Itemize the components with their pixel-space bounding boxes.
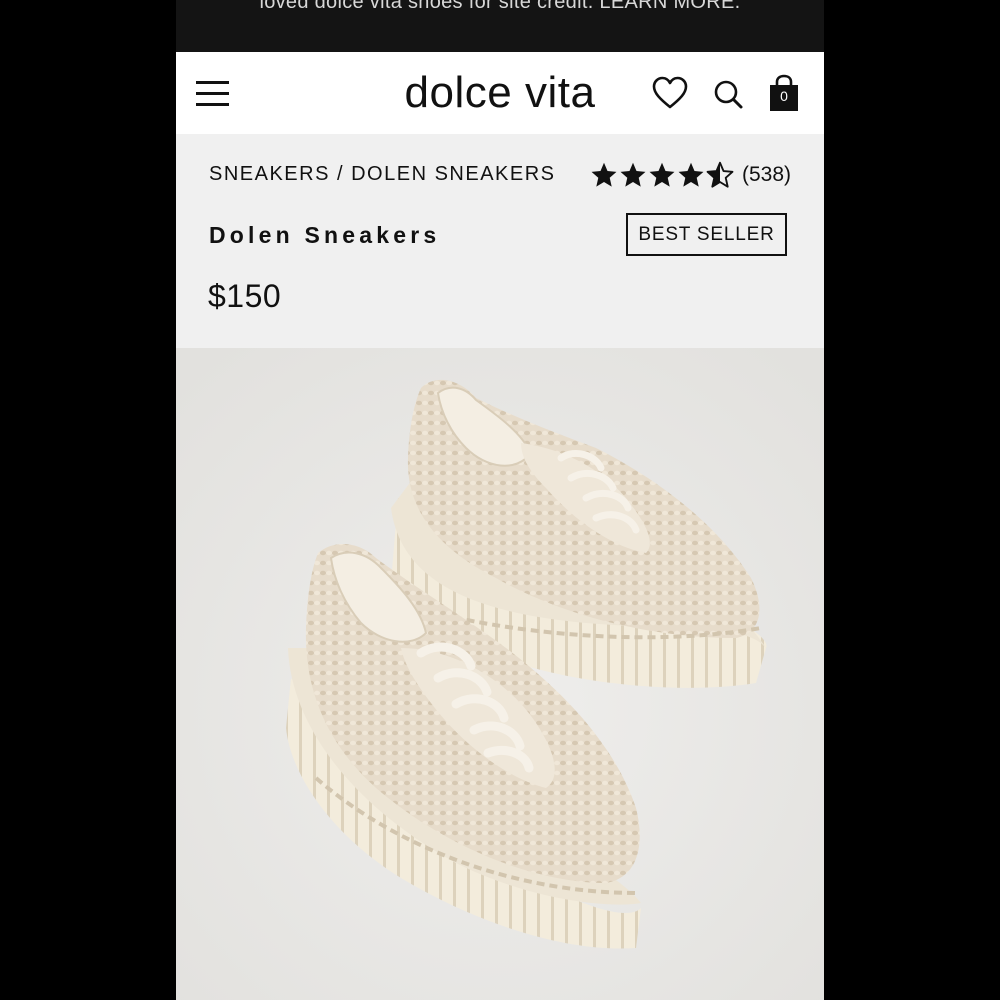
promo-banner[interactable]: loved dolce vita shoes for site credit. …	[176, 0, 824, 52]
breadcrumb: SNEAKERS / DOLEN SNEAKERS	[209, 163, 556, 186]
sneakers-photo	[176, 348, 824, 1000]
search-icon[interactable]	[710, 76, 746, 112]
review-count[interactable]: (538)	[742, 163, 791, 187]
product-rating[interactable]: (538)	[590, 159, 791, 191]
product-image[interactable]	[176, 348, 824, 1000]
site-header: dolce vita 0	[176, 52, 824, 134]
star-icon	[620, 162, 646, 187]
shopping-bag-icon[interactable]: 0	[766, 74, 802, 112]
best-seller-badge: BEST SELLER	[626, 213, 787, 256]
breadcrumb-separator: /	[329, 163, 352, 185]
breadcrumb-current[interactable]: DOLEN SNEAKERS	[351, 163, 555, 185]
brand-name[interactable]: dolce vita	[405, 68, 596, 117]
product-title: Dolen Sneakers	[209, 222, 441, 248]
star-icon	[649, 162, 675, 187]
half-star-icon	[706, 161, 734, 188]
star-icon	[591, 162, 617, 187]
star-icon	[678, 162, 704, 187]
rating-stars	[590, 161, 735, 189]
product-price: $150	[208, 278, 282, 314]
product-info: SNEAKERS / DOLEN SNEAKERS (538) Dolen Sn…	[176, 134, 824, 348]
product-page: loved dolce vita shoes for site credit. …	[176, 0, 824, 1000]
heart-icon[interactable]	[652, 76, 688, 112]
breadcrumb-category[interactable]: SNEAKERS	[209, 163, 330, 185]
promo-text[interactable]: loved dolce vita shoes for site credit. …	[176, 0, 824, 14]
cart-count: 0	[780, 88, 788, 104]
